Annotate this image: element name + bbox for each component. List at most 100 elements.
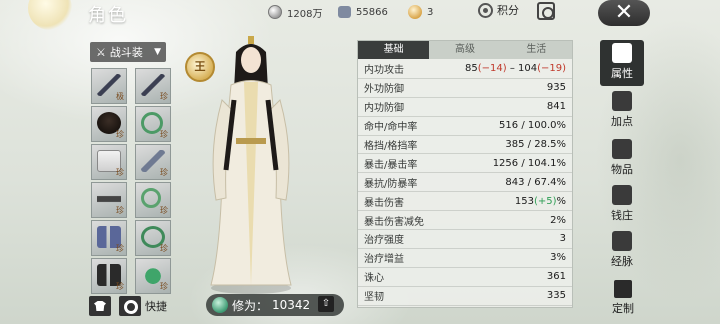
- quick-label[interactable]: 快捷: [145, 298, 167, 314]
- rarity-tag: 珍: [116, 282, 124, 291]
- equip-slot-belt[interactable]: 珍: [91, 182, 127, 218]
- equip-slot-weapon-2[interactable]: 珍: [135, 68, 171, 104]
- jade-gem-icon: [212, 297, 228, 313]
- wardrobe-button[interactable]: [89, 296, 111, 316]
- tab-advanced[interactable]: 高级: [429, 41, 500, 59]
- stat-value: 843 / 67.4%: [505, 176, 566, 188]
- stat-row: 治疗强度 3: [358, 230, 572, 249]
- rarity-tag: 珍: [116, 206, 124, 215]
- quick-settings-button[interactable]: [119, 296, 141, 316]
- close-icon: ✕: [614, 0, 634, 25]
- ingot-icon: [408, 5, 422, 19]
- stat-label: 治疗增益: [364, 254, 404, 266]
- bottom-left-controls: 快捷: [89, 296, 167, 316]
- rarity-tag: 珍: [160, 244, 168, 253]
- stat-label: 命中/命中率: [364, 122, 418, 134]
- stat-row: 坚韧 335: [358, 287, 572, 306]
- equip-slot-ring[interactable]: 珍: [135, 182, 171, 218]
- rarity-tag: 珍: [160, 168, 168, 177]
- equip-slot-head[interactable]: 珍: [91, 106, 127, 142]
- bag-icon: [612, 139, 632, 159]
- ring-icon: [141, 188, 161, 208]
- points-label: 积分: [497, 4, 519, 17]
- tab-basic[interactable]: 基础: [358, 41, 430, 59]
- nav-meridians[interactable]: 经脉: [600, 228, 644, 274]
- stat-label: 暴击伤害减免: [364, 216, 424, 228]
- scholar-hat-icon: [612, 43, 632, 63]
- stat-value: 85(−14) – 104(−19): [465, 63, 566, 74]
- stat-value-min: 85: [465, 63, 478, 75]
- stat-value: 153(+5)%: [515, 196, 566, 207]
- rarity-tag: 珍: [116, 130, 124, 139]
- equip-slot-hidden-weapon[interactable]: 珍: [135, 144, 171, 180]
- stat-label: 坚韧: [364, 292, 384, 304]
- sliders-icon: [612, 91, 632, 111]
- stat-row: 暴击伤害减免 2%: [358, 211, 572, 231]
- equip-slot-boots[interactable]: 珍: [91, 258, 127, 294]
- stat-label: 内功攻击: [364, 65, 404, 77]
- nav-attributes[interactable]: 属性: [600, 40, 644, 86]
- stat-value: 2%: [550, 214, 566, 226]
- power-up-button[interactable]: ⇧: [318, 296, 334, 312]
- nav-label: 物品: [611, 163, 633, 176]
- equip-slot-legs[interactable]: 珍: [91, 220, 127, 256]
- stat-label: 内功防御: [364, 103, 404, 115]
- nav-label: 经脉: [611, 255, 633, 268]
- stats-rows: 内功攻击 85(−14) – 104(−19) 外功防御 935 内功防御 841 …: [358, 59, 572, 307]
- nav-allocate[interactable]: 加点: [600, 88, 644, 134]
- stat-label: 格挡/格挡率: [364, 141, 418, 152]
- currency-ingot: 3: [408, 4, 433, 20]
- points-button[interactable]: 积分: [478, 2, 519, 18]
- coin-icon: [268, 5, 282, 19]
- currency-coin-value: 1208万: [287, 8, 323, 20]
- sword-icon: ⚔: [96, 45, 106, 59]
- stat-label: 暴击伤害: [364, 197, 404, 209]
- nav-items[interactable]: 物品: [600, 136, 644, 182]
- character-model[interactable]: [196, 30, 306, 295]
- rarity-tag: 珍: [160, 130, 168, 139]
- equip-slot-body[interactable]: 珍: [91, 144, 127, 180]
- points-icon: [478, 2, 493, 18]
- page-title: 角色: [88, 5, 128, 26]
- stats-panel: 基础 高级 生活 内功攻击 85(−14) – 104(−19) 外功防御 935…: [357, 40, 573, 308]
- nav-label: 定制: [612, 302, 634, 315]
- nav-label: 属性: [611, 67, 633, 80]
- stat-row: 命中/命中率 516 / 100.0%: [358, 117, 572, 136]
- equip-slot-weapon-1[interactable]: 极: [91, 68, 127, 104]
- stat-value-min-delta: (−14): [477, 63, 507, 75]
- rarity-tag: 极: [116, 92, 124, 101]
- currency-coin: 1208万: [268, 4, 322, 20]
- stat-value: 841: [546, 101, 566, 113]
- tab-life[interactable]: 生活: [501, 41, 572, 59]
- stat-row: 治疗增益 3%: [358, 249, 572, 268]
- power-value: 10342: [272, 298, 311, 312]
- stat-value: 516 / 100.0%: [499, 120, 566, 132]
- loadout-dropdown[interactable]: ⚔ 战斗装 ▼: [90, 42, 166, 62]
- stat-value-base: 153: [514, 195, 534, 207]
- rarity-tag: 珍: [160, 282, 168, 291]
- close-button[interactable]: ✕: [598, 0, 650, 26]
- stat-label: 外功防御: [364, 84, 404, 96]
- stat-value: 385 / 28.5%: [505, 139, 566, 150]
- stat-value: 1256 / 104.1%: [492, 157, 566, 169]
- nav-bank[interactable]: 钱庄: [600, 182, 644, 228]
- stat-value-sep: –: [506, 63, 518, 75]
- stat-row: 暴抗/防暴率 843 / 67.4%: [358, 173, 572, 193]
- currency-ticket: 55866: [338, 4, 388, 20]
- stat-value: 3%: [550, 252, 566, 264]
- nav-label: 加点: [611, 115, 633, 128]
- equip-slot-bracelet[interactable]: 珍: [135, 220, 171, 256]
- equip-slot-necklace[interactable]: 珍: [135, 106, 171, 142]
- nav-customize[interactable]: 定制: [606, 280, 640, 316]
- stats-tabs: 基础 高级 生活: [358, 41, 572, 59]
- top-bar: 角色 1208万 55866 3 积分 ✕: [0, 0, 720, 26]
- stat-row: 内功防御 841: [358, 98, 572, 117]
- stat-value: 361: [546, 271, 566, 283]
- settings-gear-button[interactable]: [537, 2, 555, 20]
- stat-row: 暴击/暴击率 1256 / 104.1%: [358, 154, 572, 174]
- stat-value-max: 104: [518, 63, 538, 75]
- ticket-icon: [338, 6, 351, 18]
- stat-label: 治疗强度: [364, 235, 404, 247]
- equip-slot-pendant[interactable]: 珍: [135, 258, 171, 294]
- stat-label: 诛心: [364, 273, 384, 285]
